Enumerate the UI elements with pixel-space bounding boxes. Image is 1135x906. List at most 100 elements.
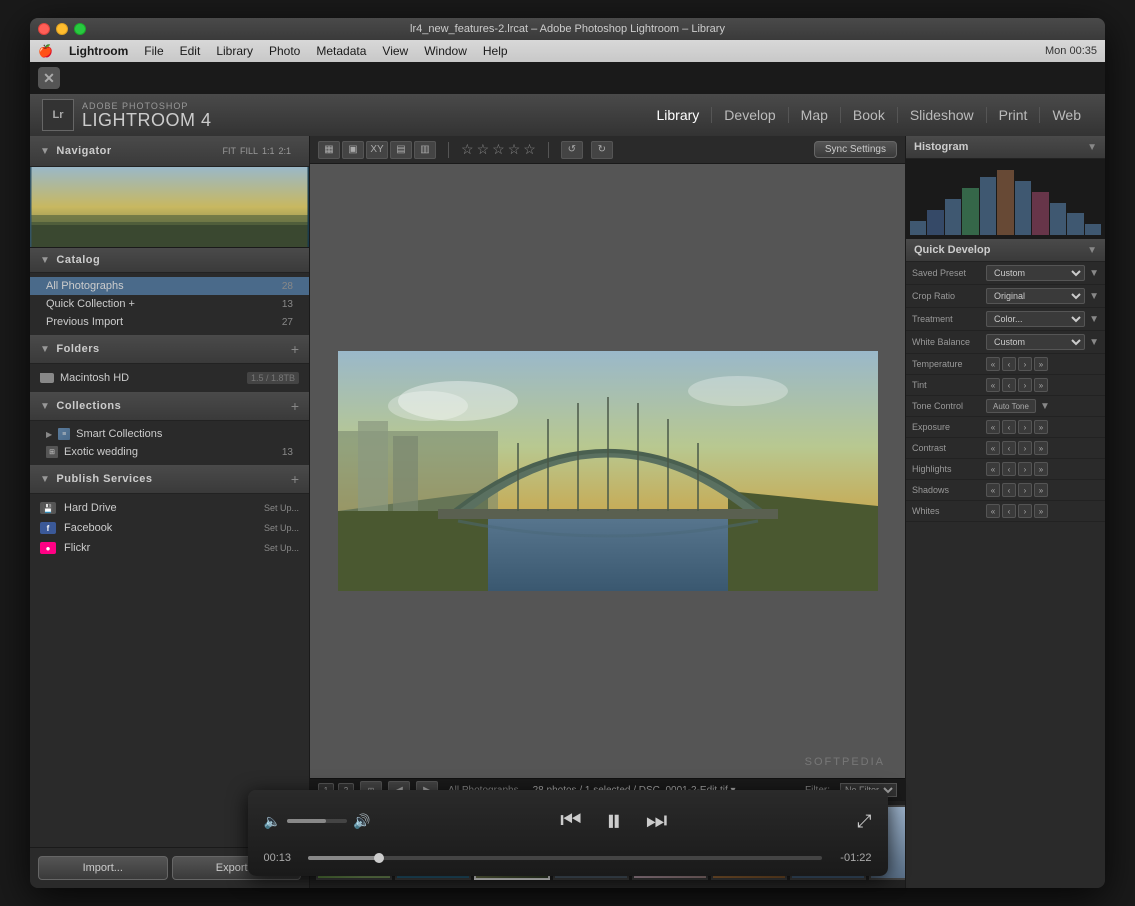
nav-slideshow[interactable]: Slideshow (898, 107, 987, 123)
catalog-all-photographs[interactable]: All Photographs 28 (30, 277, 309, 295)
sh-ll[interactable]: « (986, 483, 1000, 497)
collection-exotic-wedding[interactable]: ⊞ Exotic wedding 13 (30, 443, 309, 461)
wh-r[interactable]: › (1018, 504, 1032, 518)
loupe-view-btn[interactable]: ▣ (342, 141, 364, 159)
quick-develop-header[interactable]: Quick Develop ▼ (906, 239, 1105, 262)
hdd-setup-btn[interactable]: Set Up... (264, 503, 299, 513)
metadata-menu[interactable]: Metadata (316, 44, 366, 58)
nav-library[interactable]: Library (645, 107, 713, 123)
nav-1to1-btn[interactable]: 1:1 (262, 146, 275, 156)
library-menu[interactable]: Library (216, 44, 253, 58)
collection-smart[interactable]: ▶ ≡ Smart Collections (30, 425, 309, 443)
star-3[interactable]: ☆ (492, 141, 505, 158)
pause-btn[interactable]: ⏸ (606, 802, 622, 840)
star-rating[interactable]: ☆ ☆ ☆ ☆ ☆ (461, 141, 536, 158)
nav-fill-btn[interactable]: FILL (240, 146, 258, 156)
flickr-setup-btn[interactable]: Set Up... (264, 543, 299, 553)
minimize-button[interactable] (56, 23, 68, 35)
rewind-btn[interactable]: ⏮ (560, 807, 582, 835)
auto-tone-btn[interactable]: Auto Tone (986, 399, 1036, 413)
tint-r[interactable]: › (1018, 378, 1032, 392)
nav-web[interactable]: Web (1040, 107, 1093, 123)
file-menu[interactable]: File (144, 44, 163, 58)
histogram-header[interactable]: Histogram ▼ (906, 136, 1105, 159)
grid-view-btn[interactable]: ▦ (318, 141, 340, 159)
rotate-left-btn[interactable]: ↺ (561, 141, 583, 159)
nav-fit-btn[interactable]: FIT (222, 146, 236, 156)
tint-ll[interactable]: « (986, 378, 1000, 392)
temp-ll[interactable]: « (986, 357, 1000, 371)
folders-add-btn[interactable]: + (291, 341, 299, 357)
volume-slider[interactable] (287, 819, 347, 823)
photo-menu[interactable]: Photo (269, 44, 300, 58)
wh-rr[interactable]: » (1034, 504, 1048, 518)
crop-ratio-select[interactable]: Original (986, 288, 1085, 304)
people-view-btn[interactable]: ▥ (414, 141, 436, 159)
hl-r[interactable]: › (1018, 462, 1032, 476)
folders-header[interactable]: ▼ Folders + (30, 335, 309, 364)
sh-r[interactable]: › (1018, 483, 1032, 497)
maximize-button[interactable] (74, 23, 86, 35)
hl-ll[interactable]: « (986, 462, 1000, 476)
star-4[interactable]: ☆ (508, 141, 521, 158)
hl-rr[interactable]: » (1034, 462, 1048, 476)
catalog-quick-collection[interactable]: Quick Collection + 13 (30, 295, 309, 313)
import-button[interactable]: Import... (38, 856, 168, 880)
progress-bar[interactable] (308, 856, 822, 860)
progress-handle[interactable] (374, 853, 384, 863)
star-1[interactable]: ☆ (461, 141, 474, 158)
survey-view-btn[interactable]: ▤ (390, 141, 412, 159)
publish-flickr[interactable]: ● Flickr Set Up... (30, 538, 309, 558)
catalog-previous-import[interactable]: Previous Import 27 (30, 313, 309, 331)
volume-icon[interactable]: 🔈 (264, 813, 281, 830)
help-menu[interactable]: Help (483, 44, 508, 58)
publish-facebook[interactable]: f Facebook Set Up... (30, 518, 309, 538)
rotate-right-btn[interactable]: ↻ (591, 141, 613, 159)
white-balance-select[interactable]: Custom (986, 334, 1085, 350)
con-r[interactable]: › (1018, 441, 1032, 455)
apple-menu[interactable]: 🍎 (38, 44, 53, 58)
publish-header[interactable]: ▼ Publish Services + (30, 465, 309, 494)
sync-settings-btn[interactable]: Sync Settings (814, 141, 897, 158)
con-l[interactable]: ‹ (1002, 441, 1016, 455)
close-button[interactable] (38, 23, 50, 35)
publish-hdd[interactable]: 💾 Hard Drive Set Up... (30, 498, 309, 518)
publish-add-btn[interactable]: + (291, 471, 299, 487)
compare-view-btn[interactable]: XY (366, 141, 388, 159)
volume-max-icon[interactable]: 🔊 (353, 813, 370, 830)
sh-rr[interactable]: » (1034, 483, 1048, 497)
collections-add-btn[interactable]: + (291, 398, 299, 414)
star-5[interactable]: ☆ (523, 141, 536, 158)
nav-print[interactable]: Print (987, 107, 1041, 123)
navigator-header[interactable]: ▼ Navigator FIT FILL 1:1 2:1 (30, 136, 309, 167)
nav-2to1-btn[interactable]: 2:1 (278, 146, 291, 156)
app-close-button[interactable]: ✕ (38, 67, 60, 89)
temp-rr[interactable]: » (1034, 357, 1048, 371)
nav-map[interactable]: Map (789, 107, 841, 123)
window-menu[interactable]: Window (424, 44, 467, 58)
folder-macintosh-hd[interactable]: Macintosh HD 1.5 / 1.8TB (30, 368, 309, 388)
tint-l[interactable]: ‹ (1002, 378, 1016, 392)
lightroom-menu[interactable]: Lightroom (69, 44, 128, 58)
hl-l[interactable]: ‹ (1002, 462, 1016, 476)
tint-rr[interactable]: » (1034, 378, 1048, 392)
saved-preset-select[interactable]: Custom (986, 265, 1085, 281)
catalog-header[interactable]: ▼ Catalog (30, 248, 309, 273)
sh-l[interactable]: ‹ (1002, 483, 1016, 497)
nav-book[interactable]: Book (841, 107, 898, 123)
temp-l[interactable]: ‹ (1002, 357, 1016, 371)
star-2[interactable]: ☆ (477, 141, 490, 158)
exp-ll[interactable]: « (986, 420, 1000, 434)
exp-l[interactable]: ‹ (1002, 420, 1016, 434)
wh-l[interactable]: ‹ (1002, 504, 1016, 518)
con-rr[interactable]: » (1034, 441, 1048, 455)
temp-r[interactable]: › (1018, 357, 1032, 371)
exp-rr[interactable]: » (1034, 420, 1048, 434)
nav-develop[interactable]: Develop (712, 107, 788, 123)
facebook-setup-btn[interactable]: Set Up... (264, 523, 299, 533)
expand-btn[interactable]: ⤢ (857, 811, 871, 832)
edit-menu[interactable]: Edit (180, 44, 201, 58)
fast-forward-btn[interactable]: ⏭ (646, 807, 668, 835)
con-ll[interactable]: « (986, 441, 1000, 455)
collections-header[interactable]: ▼ Collections + (30, 392, 309, 421)
